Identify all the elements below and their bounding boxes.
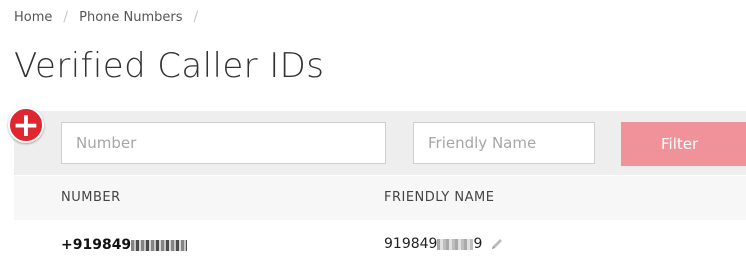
filter-button[interactable]: Filter <box>621 122 746 166</box>
pencil-icon[interactable] <box>490 237 504 251</box>
breadcrumb: Home / Phone Numbers / <box>14 9 209 25</box>
breadcrumb-home-link[interactable]: Home <box>14 10 52 25</box>
caller-id-friendly-name: 919849 9 <box>384 236 504 252</box>
friendly-name-visible-part: 919849 <box>384 236 438 252</box>
verified-caller-ids-page: Home / Phone Numbers / Verified Caller I… <box>0 0 746 257</box>
plus-icon: + <box>12 105 40 144</box>
table-header <box>14 176 746 220</box>
breadcrumb-separator: / <box>63 9 69 25</box>
caller-id-number[interactable]: +9198499 <box>61 237 188 253</box>
friendly-name-visible-end: 9 <box>473 236 483 252</box>
friendly-name-filter-input[interactable] <box>413 122 595 164</box>
page-title: Verified Caller IDs <box>14 46 325 86</box>
breadcrumb-phone-numbers-link[interactable]: Phone Numbers <box>79 10 182 25</box>
redacted-digits <box>437 238 474 250</box>
number-filter-input[interactable] <box>61 122 386 164</box>
redacted-digits <box>131 239 188 251</box>
add-caller-id-button[interactable]: + <box>8 107 44 143</box>
number-visible-part: +919849 <box>61 237 132 253</box>
column-header-number: NUMBER <box>61 190 121 205</box>
breadcrumb-separator: / <box>193 9 199 25</box>
column-header-friendly-name: FRIENDLY NAME <box>384 190 495 205</box>
